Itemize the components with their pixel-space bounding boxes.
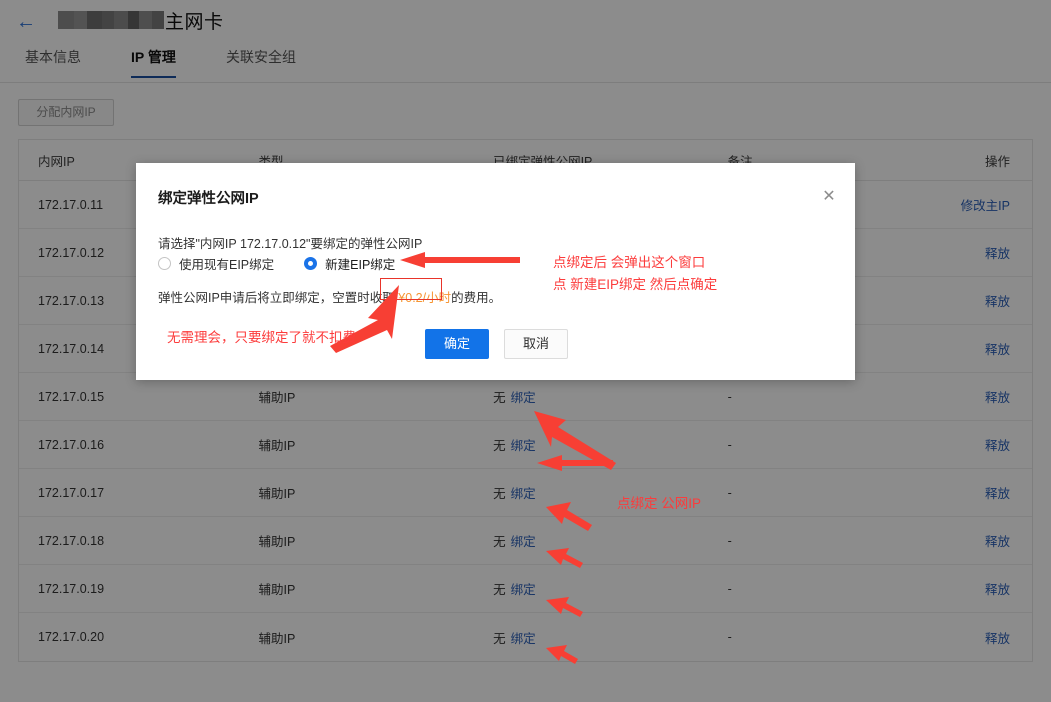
radio-existing-eip[interactable]: 使用现有EIP绑定 bbox=[158, 254, 274, 273]
dialog-buttons: 确定 取消 bbox=[425, 329, 569, 359]
eip-mode-radio-group: 使用现有EIP绑定 新建EIP绑定 bbox=[158, 254, 395, 273]
radio-existing-eip-label: 使用现有EIP绑定 bbox=[179, 258, 275, 272]
radio-new-eip[interactable]: 新建EIP绑定 bbox=[304, 254, 395, 273]
cancel-button[interactable]: 取消 bbox=[504, 329, 569, 359]
billing-note-suffix: 的费用。 bbox=[451, 291, 502, 305]
dialog-title: 绑定弹性公网IP bbox=[158, 191, 259, 207]
bind-eip-dialog: 绑定弹性公网IP ✕ 请选择"内网IP 172.17.0.12"要绑定的弹性公网… bbox=[136, 163, 855, 380]
radio-dot-selected-icon bbox=[304, 257, 318, 270]
radio-dot-icon bbox=[158, 257, 171, 270]
screen: ← 主网卡 基本信息 IP 管理 关联安全组 分配内网IP 内网IP 类型 已绑… bbox=[0, 0, 1051, 702]
close-icon[interactable]: ✕ bbox=[820, 188, 838, 206]
billing-note-prefix: 弹性公网IP申请后将立即绑定，空置时收取 bbox=[158, 291, 399, 305]
dialog-description: 请选择"内网IP 172.17.0.12"要绑定的弹性公网IP bbox=[158, 237, 423, 251]
billing-price: ¥0.2/小时 bbox=[398, 291, 452, 305]
confirm-button[interactable]: 确定 bbox=[425, 329, 490, 359]
radio-new-eip-label: 新建EIP绑定 bbox=[325, 258, 396, 272]
billing-note: 弹性公网IP申请后将立即绑定，空置时收取 ¥0.2/小时的费用。 bbox=[158, 287, 501, 306]
